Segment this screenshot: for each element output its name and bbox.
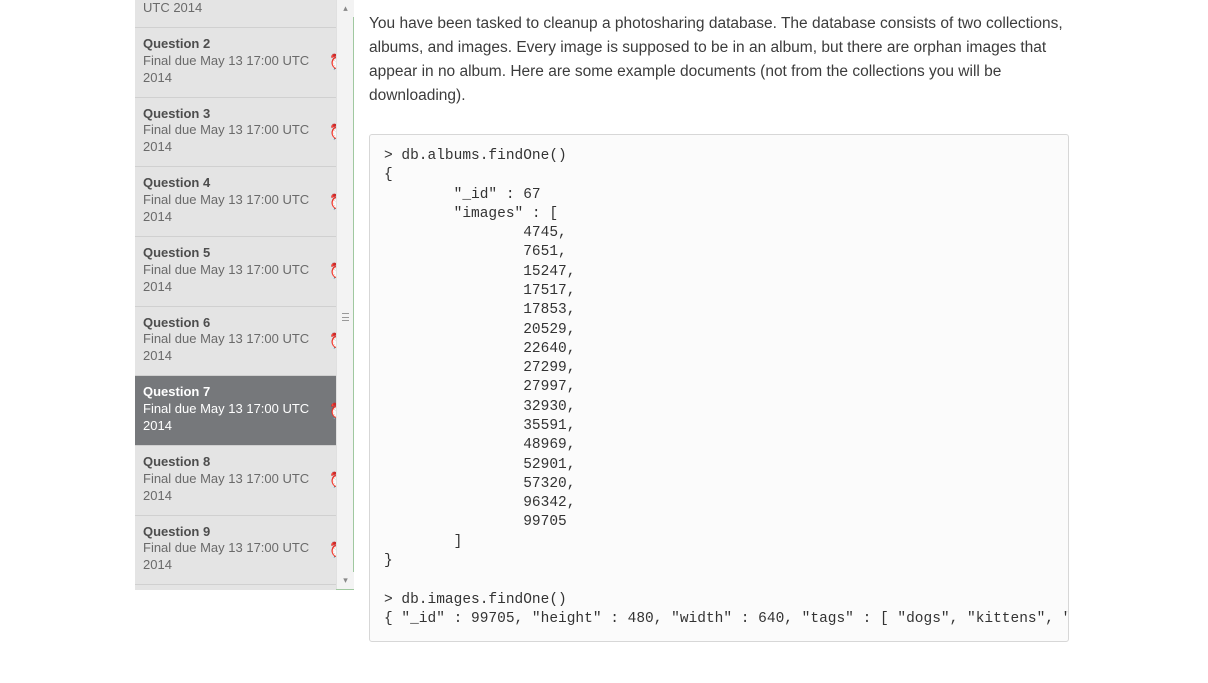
sidebar-item-q4[interactable]: Question 5Final due May 13 17:00 UTC 201… <box>135 237 336 307</box>
sidebar-item-q9[interactable]: Question 10Final due May 13 17:00 UTC 20… <box>135 585 336 590</box>
question-title: Question 8 <box>143 454 328 471</box>
alarm-clock-icon: ⏰ <box>329 541 336 559</box>
sidebar-item-q2[interactable]: Question 3Final due May 13 17:00 UTC 201… <box>135 98 336 168</box>
question-due: Final due May 13 17:00 UTC 2014 <box>143 540 328 574</box>
alarm-clock-icon: ⏰ <box>329 402 336 420</box>
sidebar-item-q0[interactable]: UTC 2014 <box>135 0 336 28</box>
sidebar-item-q7[interactable]: Question 8Final due May 13 17:00 UTC 201… <box>135 446 336 516</box>
question-title: Question 9 <box>143 524 328 541</box>
question-title: Question 2 <box>143 36 328 53</box>
question-intro: You have been tasked to cleanup a photos… <box>369 12 1069 108</box>
question-due: Final due May 13 17:00 UTC 2014 <box>143 401 328 435</box>
sidebar-item-q6[interactable]: Question 7Final due May 13 17:00 UTC 201… <box>135 376 336 446</box>
sidebar-item-q1[interactable]: Question 2Final due May 13 17:00 UTC 201… <box>135 28 336 98</box>
question-due: Final due May 13 17:00 UTC 2014 <box>143 331 328 365</box>
alarm-clock-icon: ⏰ <box>329 53 336 71</box>
question-due: Final due May 13 17:00 UTC 2014 <box>143 262 328 296</box>
question-due: UTC 2014 <box>143 0 328 17</box>
question-title: Question 3 <box>143 106 328 123</box>
question-title: Question 5 <box>143 245 328 262</box>
question-list: UTC 2014Question 2Final due May 13 17:00… <box>135 0 336 590</box>
question-due: Final due May 13 17:00 UTC 2014 <box>143 122 328 156</box>
question-title: Question 4 <box>143 175 328 192</box>
alarm-clock-icon: ⏰ <box>329 262 336 280</box>
alarm-clock-icon: ⏰ <box>329 332 336 350</box>
sidebar-item-q8[interactable]: Question 9Final due May 13 17:00 UTC 201… <box>135 516 336 586</box>
alarm-clock-icon: ⏰ <box>329 193 336 211</box>
sidebar: UTC 2014Question 2Final due May 13 17:00… <box>135 0 354 590</box>
question-due: Final due May 13 17:00 UTC 2014 <box>143 53 328 87</box>
alarm-clock-icon: ⏰ <box>329 123 336 141</box>
main-content: You have been tasked to cleanup a photos… <box>369 0 1069 642</box>
question-title: Question 7 <box>143 384 328 401</box>
alarm-clock-icon: ⏰ <box>329 471 336 489</box>
sidebar-item-q3[interactable]: Question 4Final due May 13 17:00 UTC 201… <box>135 167 336 237</box>
scroll-grip-icon[interactable] <box>342 313 349 321</box>
scroll-up-button[interactable]: ▴ <box>337 0 354 17</box>
scroll-down-button[interactable]: ▾ <box>337 572 354 589</box>
question-due: Final due May 13 17:00 UTC 2014 <box>143 192 328 226</box>
question-due: Final due May 13 17:00 UTC 2014 <box>143 471 328 505</box>
sidebar-scrollbar[interactable]: ▴ ▾ <box>336 0 353 589</box>
question-title: Question 6 <box>143 315 328 332</box>
code-example: > db.albums.findOne() { "_id" : 67 "imag… <box>369 134 1069 642</box>
sidebar-item-q5[interactable]: Question 6Final due May 13 17:00 UTC 201… <box>135 307 336 377</box>
